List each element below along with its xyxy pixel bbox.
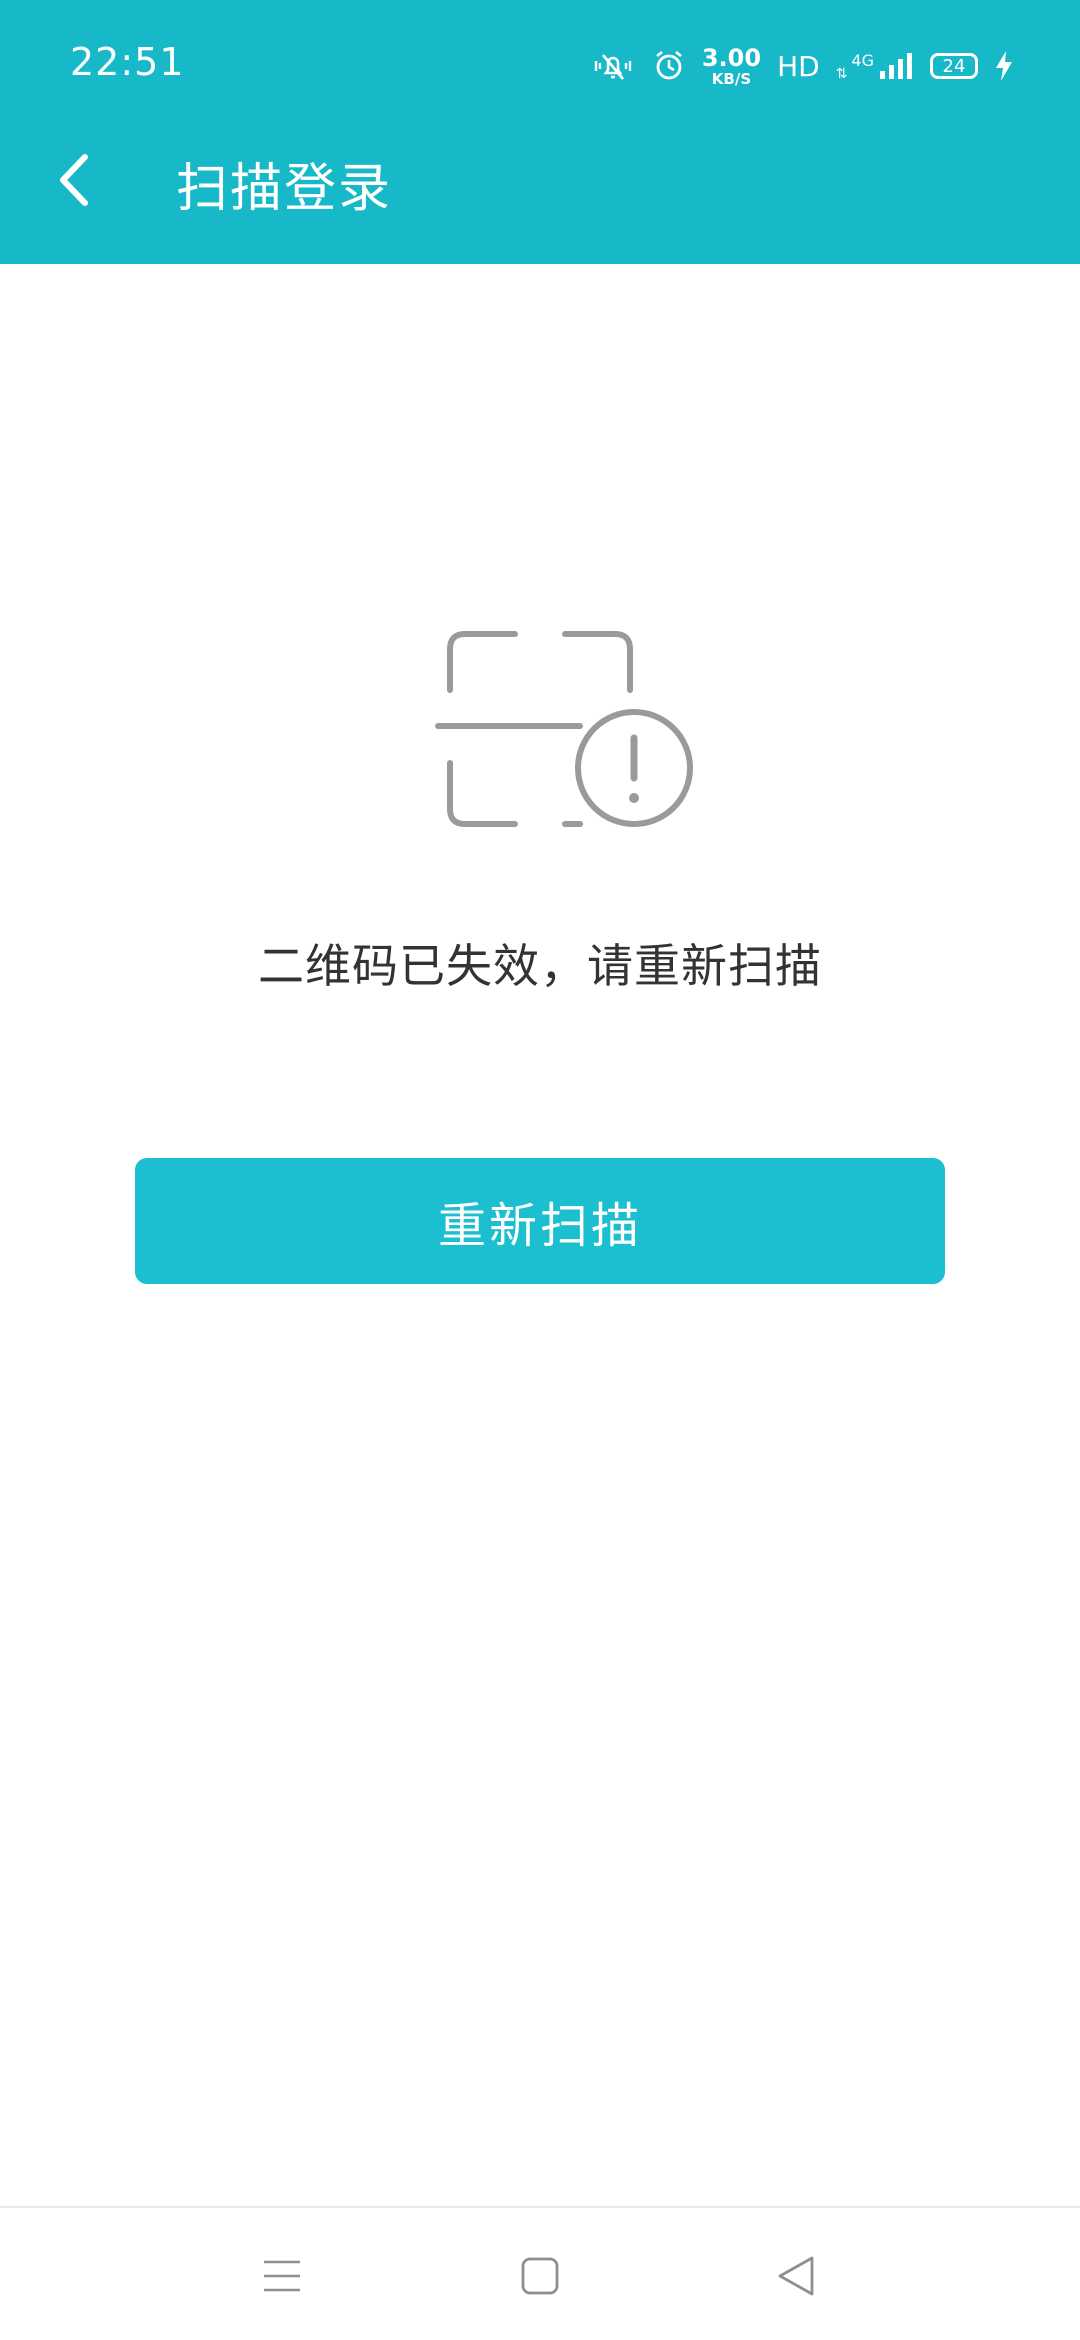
battery-icon: 24 — [930, 53, 978, 79]
hd-label: HD — [777, 49, 820, 83]
status-time: 22:51 — [70, 40, 185, 84]
menu-button[interactable] — [252, 2248, 312, 2304]
menu-icon — [264, 2260, 300, 2292]
net-speed-unit: KB/S — [711, 69, 752, 88]
page-title: 扫描登录 — [176, 159, 393, 219]
expired-message: 二维码已失效，请重新扫描 — [258, 939, 822, 993]
navigation-bar — [0, 2206, 1080, 2340]
chevron-left-icon — [60, 154, 88, 206]
header: 22:51 3.00 KB/S HD ⇅ 4G 24 扫描登录 — [0, 0, 1080, 264]
back-nav-button[interactable] — [766, 2248, 826, 2304]
signal-icon: ⇅ 4G — [836, 51, 914, 81]
rescan-button[interactable]: 重新扫描 — [135, 1158, 945, 1284]
network-type: 4G — [851, 51, 874, 70]
net-speed-value: 3.00 — [701, 43, 762, 72]
scan-login-page: 22:51 3.00 KB/S HD ⇅ 4G 24 扫描登录 二维码已失效，请… — [0, 0, 1080, 2340]
charging-icon — [994, 50, 1014, 82]
net-speed: 3.00 KB/S — [702, 46, 761, 87]
qr-scan-error-icon — [430, 628, 700, 838]
vibrate-mute-icon — [590, 49, 636, 83]
battery-level: 24 — [942, 55, 966, 77]
back-triangle-icon — [778, 2256, 814, 2296]
status-icons: 3.00 KB/S HD ⇅ 4G 24 — [590, 42, 1014, 90]
back-button[interactable] — [44, 140, 104, 220]
home-icon — [521, 2257, 559, 2295]
alarm-icon — [652, 49, 686, 83]
home-button[interactable] — [510, 2248, 570, 2304]
